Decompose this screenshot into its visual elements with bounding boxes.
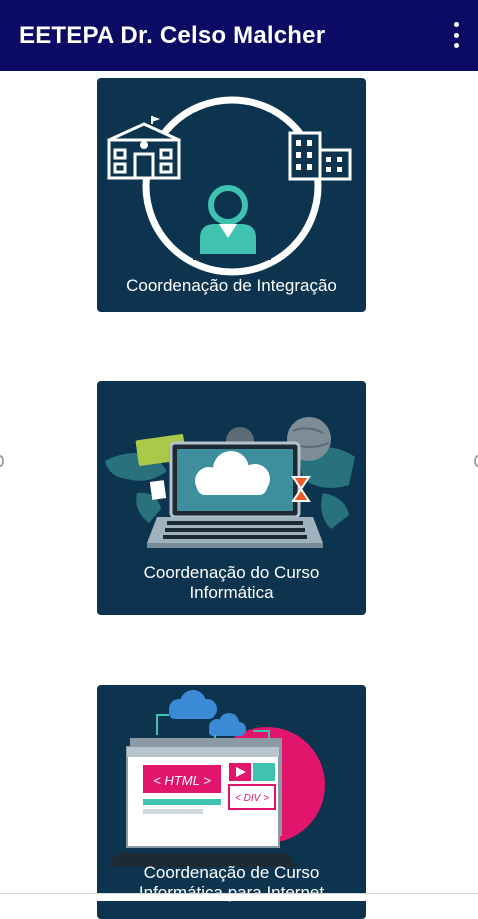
card-coordenacao-integracao[interactable]: Coordenação de Integração [97, 78, 366, 312]
card-label-line2: Informática [189, 583, 274, 602]
html-tag: < HTML > [153, 773, 211, 788]
more-vert-icon[interactable] [448, 22, 464, 48]
left-edge-indicator [0, 455, 4, 467]
card-label: Coordenação de Integração [126, 276, 337, 295]
card-label: Coordenação do Curso Informática [97, 563, 366, 603]
div-tag: < DIV > [235, 793, 269, 804]
app-title: EETEPA Dr. Celso Malcher [19, 21, 326, 49]
card-label-line1: Coordenação de Curso [143, 863, 320, 882]
card-coordenacao-informatica[interactable]: Coordenação do Curso Informática [97, 381, 366, 615]
app-bar: EETEPA Dr. Celso Malcher [0, 0, 478, 71]
right-edge-indicator [474, 455, 478, 467]
card-label-line1: Coordenação do Curso [143, 563, 320, 582]
card-coordenacao-informatica-internet[interactable]: < HTML > < DIV > Coordenação de Curso In… [97, 685, 366, 919]
